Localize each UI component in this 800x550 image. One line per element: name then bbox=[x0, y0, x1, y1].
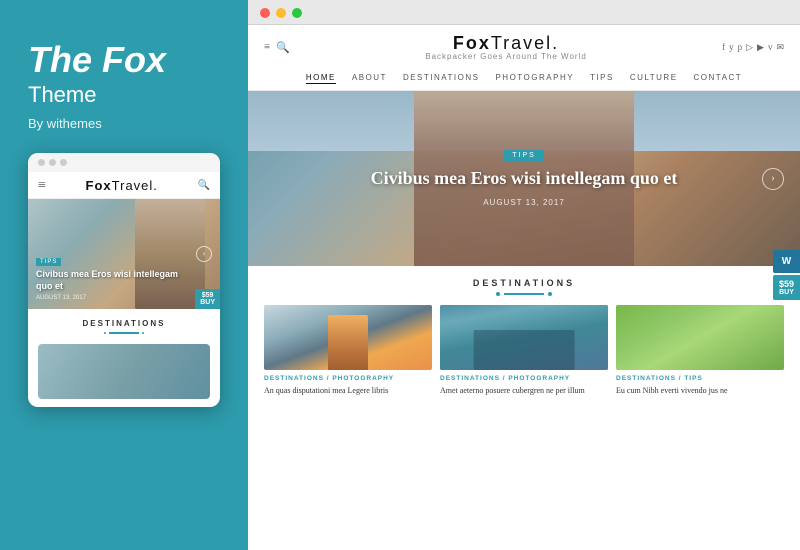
phone-bottom-space bbox=[28, 399, 220, 407]
nav-item-tips[interactable]: TIPS bbox=[590, 73, 614, 84]
social-icon-vimeo[interactable]: v bbox=[768, 42, 773, 52]
site-logo: FoxTravel. bbox=[290, 33, 722, 54]
right-panel: ≡ 🔍 FoxTravel. Backpacker Goes Around Th… bbox=[248, 0, 800, 550]
site-header: ≡ 🔍 FoxTravel. Backpacker Goes Around Th… bbox=[248, 25, 800, 91]
nav-item-photography[interactable]: PHOTOGRAPHY bbox=[495, 73, 574, 84]
phone-card-inner bbox=[38, 344, 210, 399]
price-badge[interactable]: $59 BUY bbox=[773, 275, 800, 300]
phone-price: $59 bbox=[200, 292, 215, 299]
wp-badge[interactable]: W bbox=[773, 250, 800, 273]
nav-item-home[interactable]: HOME bbox=[306, 73, 336, 84]
browser-dot-yellow[interactable] bbox=[276, 8, 286, 18]
phone-price-badge: $59 BUY bbox=[195, 289, 220, 309]
card-tag-2: DESTINATIONS / PHOTOGRAPHY bbox=[440, 375, 608, 382]
card-image-3 bbox=[616, 305, 784, 370]
theme-title: The Fox bbox=[28, 40, 220, 80]
site-header-top: ≡ 🔍 FoxTravel. Backpacker Goes Around Th… bbox=[264, 33, 784, 67]
site-tagline: Backpacker Goes Around The World bbox=[290, 52, 722, 61]
social-icon-facebook[interactable]: f bbox=[722, 42, 725, 52]
nav-item-destinations[interactable]: DESTINATIONS bbox=[403, 73, 480, 84]
phone-card bbox=[38, 344, 210, 399]
site-logo-area: FoxTravel. Backpacker Goes Around The Wo… bbox=[290, 33, 722, 61]
social-icon-pinterest[interactable]: p bbox=[738, 42, 743, 52]
hero-tag: TIPS bbox=[504, 150, 544, 161]
phone-section-divider bbox=[109, 332, 139, 334]
nav-item-about[interactable]: ABOUT bbox=[352, 73, 387, 84]
phone-hero: TIPS Civibus mea Eros wisi intellegam qu… bbox=[28, 199, 220, 309]
nav-item-culture[interactable]: CULTURE bbox=[630, 73, 678, 84]
menu-icon[interactable]: ≡ bbox=[264, 41, 270, 53]
phone-mockup: ≡ FoxTravel. 🔍 TIPS Civibus mea Eros wis… bbox=[28, 153, 220, 407]
theme-subtitle: Theme bbox=[28, 82, 220, 108]
destination-card-2: DESTINATIONS / PHOTOGRAPHY Amet aeterno … bbox=[440, 305, 608, 396]
card-text-3: Eu cum Nibh everti vivendo jus ne bbox=[616, 385, 784, 396]
card-image-2 bbox=[440, 305, 608, 370]
browser-chrome bbox=[248, 0, 800, 25]
site-header-icons: ≡ 🔍 bbox=[264, 41, 290, 54]
card-tag-1: DESTINATIONS / PHOTOGRAPHY bbox=[264, 375, 432, 382]
phone-dot-3 bbox=[60, 159, 67, 166]
phone-dot-1 bbox=[38, 159, 45, 166]
phone-hero-date: AUGUST 13, 2017 bbox=[36, 295, 180, 301]
card-text-1: An quas disputationi mea Legere libris bbox=[264, 385, 432, 396]
card-tag-3: DESTINATIONS / TIPS bbox=[616, 375, 784, 382]
social-icon-youtube[interactable]: y bbox=[729, 42, 734, 52]
hero-date: AUGUST 13, 2017 bbox=[483, 198, 565, 207]
section-title: DESTINATIONS bbox=[264, 278, 784, 288]
social-icons: f y p ▷ ▶ v ✉ bbox=[722, 42, 784, 53]
destination-card-3: DESTINATIONS / TIPS Eu cum Nibh everti v… bbox=[616, 305, 784, 396]
browser-dot-red[interactable] bbox=[260, 8, 270, 18]
card-person-1 bbox=[264, 305, 432, 370]
social-icon-video[interactable]: ▶ bbox=[757, 42, 764, 53]
phone-buy: BUY bbox=[200, 299, 215, 306]
hero-title: Civibus mea Eros wisi intellegam quo et bbox=[371, 167, 678, 190]
hero-section: TIPS Civibus mea Eros wisi intellegam qu… bbox=[248, 91, 800, 266]
browser-dot-green[interactable] bbox=[292, 8, 302, 18]
phone-top-bar bbox=[28, 153, 220, 172]
phone-logo: FoxTravel. bbox=[86, 178, 158, 193]
social-icon-email[interactable]: ✉ bbox=[776, 42, 784, 53]
phone-search-icon[interactable]: 🔍 bbox=[198, 180, 210, 191]
phone-header: ≡ FoxTravel. 🔍 bbox=[28, 172, 220, 199]
phone-hero-overlay: TIPS Civibus mea Eros wisi intellegam qu… bbox=[36, 250, 180, 300]
phone-destinations: DESTINATIONS bbox=[28, 309, 220, 344]
section-header: DESTINATIONS bbox=[264, 278, 784, 295]
nav-item-contact[interactable]: CONTACT bbox=[694, 73, 743, 84]
phone-hero-tag: TIPS bbox=[36, 258, 61, 266]
card-image-1 bbox=[264, 305, 432, 370]
left-panel: The Fox Theme By withemes ≡ FoxTravel. 🔍… bbox=[0, 0, 248, 550]
buy-label: BUY bbox=[779, 289, 794, 296]
phone-dot-2 bbox=[49, 159, 56, 166]
phone-hero-arrow[interactable]: › bbox=[196, 246, 212, 262]
hero-overlay: TIPS Civibus mea Eros wisi intellegam qu… bbox=[248, 91, 800, 266]
card-text-2: Amet aeterno posuere cubergren ne per il… bbox=[440, 385, 608, 396]
side-badges: W $59 BUY bbox=[773, 250, 800, 300]
header-search-icon[interactable]: 🔍 bbox=[276, 41, 290, 54]
site-content: ≡ 🔍 FoxTravel. Backpacker Goes Around Th… bbox=[248, 25, 800, 550]
by-author: By withemes bbox=[28, 116, 220, 131]
site-nav: HOME ABOUT DESTINATIONS PHOTOGRAPHY TIPS… bbox=[264, 67, 784, 90]
section-divider bbox=[504, 293, 544, 295]
price-value: $59 bbox=[779, 279, 794, 289]
destinations-section: DESTINATIONS DESTINATIONS / PHOTOGRAPHY … bbox=[248, 266, 800, 550]
social-icon-instagram[interactable]: ▷ bbox=[746, 42, 753, 53]
hero-arrow[interactable]: › bbox=[762, 168, 784, 190]
phone-hero-title: Civibus mea Eros wisi intellegam quo et bbox=[36, 269, 180, 292]
cards-grid: DESTINATIONS / PHOTOGRAPHY An quas dispu… bbox=[264, 305, 784, 396]
destination-card-1: DESTINATIONS / PHOTOGRAPHY An quas dispu… bbox=[264, 305, 432, 396]
phone-destinations-label: DESTINATIONS bbox=[38, 319, 210, 328]
hamburger-icon[interactable]: ≡ bbox=[38, 178, 46, 194]
